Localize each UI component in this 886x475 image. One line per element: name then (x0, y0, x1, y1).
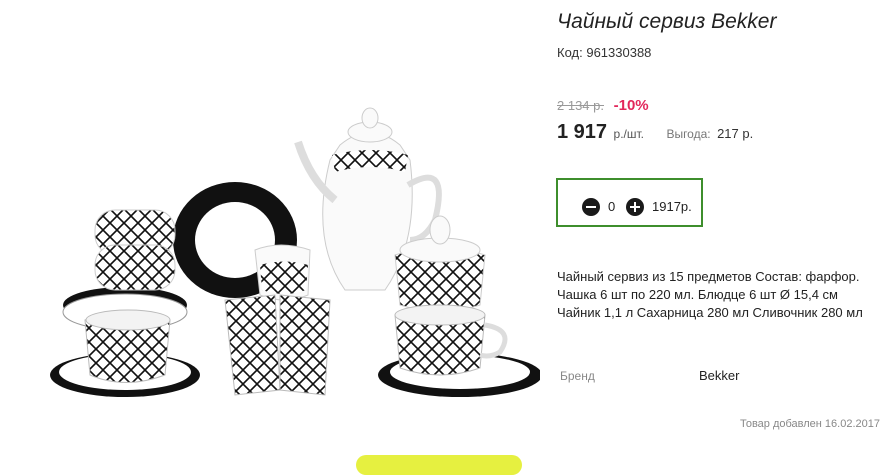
product-code-value: 961330388 (586, 45, 652, 60)
added-date: Товар добавлен 16.02.2017 (739, 418, 880, 430)
price-row: 1 917 р./шт. Выгода: 217 р. (557, 121, 753, 144)
add-to-cart-button[interactable] (356, 455, 522, 475)
price-unit: р./шт. (613, 127, 644, 141)
product-code-label: Код: (557, 45, 583, 60)
brand-label: Бренд (560, 369, 595, 383)
brand-value[interactable]: Bekker (699, 368, 739, 383)
savings-value: 217 р. (717, 126, 754, 141)
plus-circle-icon[interactable] (626, 198, 644, 216)
quantity-total: 1917р. (652, 199, 692, 214)
old-price-row: 2 134 р. -10% (557, 97, 649, 114)
quantity-selector: 0 1917р. (556, 178, 703, 227)
product-description: Чайный сервиз из 15 предметов Состав: фа… (557, 269, 863, 320)
product-code: Код: 961330388 (557, 45, 651, 60)
quantity-value: 0 (608, 199, 616, 214)
product-image[interactable] (40, 90, 540, 430)
minus-circle-icon[interactable] (582, 198, 600, 216)
current-price: 1 917 (557, 121, 608, 143)
discount-badge: -10% (613, 97, 649, 114)
savings-label: Выгода: (666, 127, 711, 141)
product-title: Чайный сервиз Bekker (557, 10, 777, 33)
old-price: 2 134 р. (557, 98, 604, 113)
